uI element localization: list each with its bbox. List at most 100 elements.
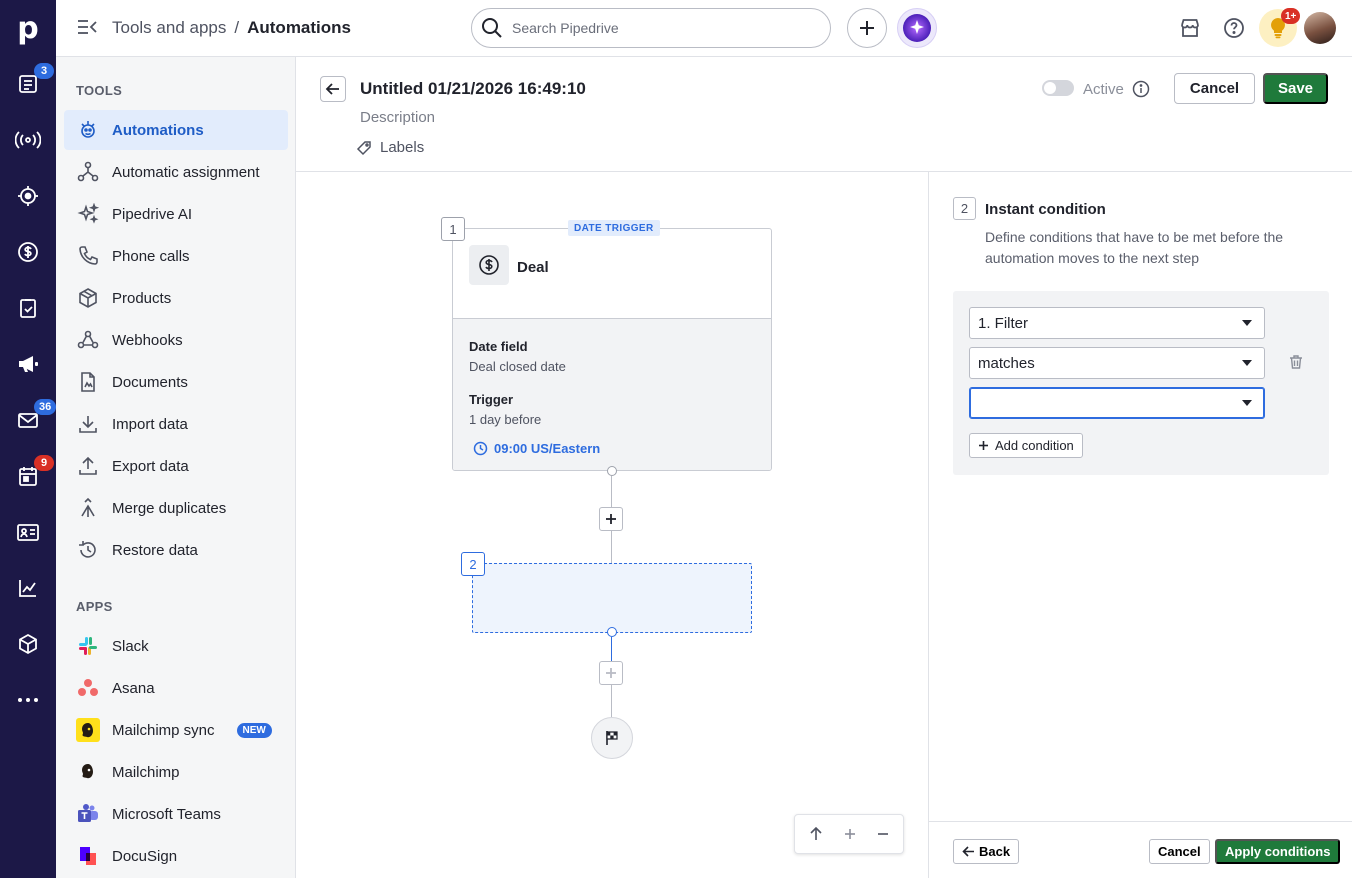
document-icon: [76, 370, 100, 394]
zoom-in-button[interactable]: [844, 828, 856, 840]
value-select[interactable]: [969, 387, 1265, 419]
rail-broadcast[interactable]: [0, 118, 56, 162]
rail-activities[interactable]: [0, 286, 56, 330]
sidebar-item-documents[interactable]: Documents: [64, 362, 288, 402]
sidebar-item-automations[interactable]: Automations: [64, 110, 288, 150]
operator-select[interactable]: matches: [969, 347, 1265, 379]
trigger-node-header: Deal: [453, 229, 771, 319]
rail-target[interactable]: [0, 174, 56, 218]
filter-select[interactable]: 1. Filter: [969, 307, 1265, 339]
ai-assistant-button[interactable]: [897, 8, 937, 48]
search-bar[interactable]: [471, 8, 831, 48]
back-arrow-button[interactable]: [320, 76, 346, 102]
mailchimp-sync-icon: [76, 718, 100, 742]
panel-cancel-button[interactable]: Cancel: [1149, 839, 1210, 864]
upload-icon: [76, 454, 100, 478]
sidebar-item-label: Microsoft Teams: [112, 805, 221, 823]
marketplace-store-icon: [1181, 19, 1199, 37]
sidebar-item-pipedrive-ai[interactable]: Pipedrive AI: [64, 194, 288, 234]
sidebar-item-label: Mailchimp: [112, 763, 180, 781]
rail-mail[interactable]: 36: [0, 398, 57, 442]
slack-icon: [76, 634, 100, 658]
leads-badge: 3: [34, 63, 54, 79]
active-toggle[interactable]: [1042, 80, 1074, 96]
info-icon[interactable]: [1132, 80, 1150, 98]
webhook-icon: [76, 328, 100, 352]
automation-title[interactable]: Untitled 01/21/2026 16:49:10: [360, 79, 586, 99]
user-avatar[interactable]: [1304, 12, 1336, 44]
contacts-card-icon: [17, 524, 39, 541]
arrow-left-icon: [325, 83, 339, 95]
sidebar-item-asana[interactable]: Asana: [64, 668, 288, 708]
cancel-button[interactable]: Cancel: [1174, 73, 1255, 104]
trigger-step-number: 1: [441, 217, 465, 241]
rail-deals[interactable]: [0, 230, 56, 274]
quick-add-button[interactable]: [847, 8, 887, 48]
sidebar-item-label: Merge duplicates: [112, 499, 227, 517]
sidebar-item-microsoft-teams[interactable]: Microsoft Teams: [64, 794, 288, 834]
docusign-icon: [76, 844, 100, 868]
condition-step-placeholder[interactable]: [472, 563, 752, 633]
connector-line: [611, 637, 612, 661]
panel-title: Instant condition: [985, 201, 1106, 218]
active-label: Active: [1083, 81, 1124, 98]
rail-more[interactable]: [0, 678, 56, 722]
arrow-up-icon: [810, 827, 822, 840]
apply-conditions-button[interactable]: Apply conditions: [1215, 839, 1341, 864]
marketplace-button[interactable]: [1176, 14, 1204, 42]
add-condition-button[interactable]: Add condition: [969, 433, 1083, 458]
help-button[interactable]: [1220, 14, 1248, 42]
rail-products[interactable]: [0, 622, 56, 666]
sidebar-item-phone-calls[interactable]: Phone calls: [64, 236, 288, 276]
sidebar-item-label: Pipedrive AI: [112, 205, 193, 223]
description-field[interactable]: Description: [360, 109, 435, 126]
merge-icon: [76, 496, 100, 520]
more-icon: [18, 698, 38, 702]
connector-dot: [607, 627, 617, 637]
menu-toggle-button[interactable]: [76, 17, 100, 39]
sidebar-item-label: Automatic assignment: [112, 163, 260, 181]
condition-panel: 2 Instant condition Define conditions th…: [928, 172, 1352, 878]
rail-leads[interactable]: 3: [0, 62, 56, 106]
sidebar-item-mailchimp[interactable]: Mailchimp: [64, 752, 288, 792]
sidebar-item-restore-data[interactable]: Restore data: [64, 530, 288, 570]
sidebar-item-label: Slack: [112, 637, 149, 655]
trigger-entity: Deal: [517, 259, 549, 276]
add-step-button-disabled[interactable]: [599, 661, 623, 685]
search-input[interactable]: [512, 20, 812, 36]
sidebar-item-label: Import data: [112, 415, 188, 433]
zoom-out-button[interactable]: [877, 828, 889, 840]
save-button[interactable]: Save: [1263, 73, 1328, 104]
rail-contacts[interactable]: [0, 510, 56, 554]
trigger-node[interactable]: Deal Date field Deal closed date Trigger…: [452, 228, 772, 471]
workflow-canvas[interactable]: Deal Date field Deal closed date Trigger…: [296, 172, 928, 878]
sidebar-item-import-data[interactable]: Import data: [64, 404, 288, 444]
sidebar-item-export-data[interactable]: Export data: [64, 446, 288, 486]
delete-condition-button[interactable]: [1288, 354, 1304, 370]
sidebar-item-merge-duplicates[interactable]: Merge duplicates: [64, 488, 288, 528]
sidebar-item-docusign[interactable]: DocuSign: [64, 836, 288, 876]
sidebar-item-webhooks[interactable]: Webhooks: [64, 320, 288, 360]
notification-badge: 1+: [1281, 8, 1301, 24]
rail-insights[interactable]: [0, 566, 56, 610]
sidebar-item-slack[interactable]: Slack: [64, 626, 288, 666]
labels-button[interactable]: Labels: [356, 139, 424, 156]
sidebar-item-automatic-assignment[interactable]: Automatic assignment: [64, 152, 288, 192]
clock-icon: [473, 441, 488, 456]
add-step-button[interactable]: [599, 507, 623, 531]
back-button[interactable]: Back: [953, 839, 1020, 864]
logo-letter: p: [17, 10, 39, 46]
breadcrumb-tools-and-apps[interactable]: Tools and apps: [112, 18, 226, 38]
sidebar-item-mailchimp-sync[interactable]: Mailchimp sync NEW: [64, 710, 288, 750]
breadcrumb-current: Automations: [247, 18, 351, 37]
rail-campaigns[interactable]: [0, 342, 56, 386]
sidebar-item-products[interactable]: Products: [64, 278, 288, 318]
box-icon: [76, 286, 100, 310]
rail-calendar[interactable]: 9: [0, 454, 56, 498]
teams-icon: [76, 802, 100, 826]
date-field-label: Date field: [469, 339, 528, 354]
pipedrive-logo[interactable]: p: [0, 0, 56, 56]
tag-icon: [356, 140, 371, 155]
end-node: [591, 717, 633, 759]
scroll-up-button[interactable]: [809, 827, 823, 841]
